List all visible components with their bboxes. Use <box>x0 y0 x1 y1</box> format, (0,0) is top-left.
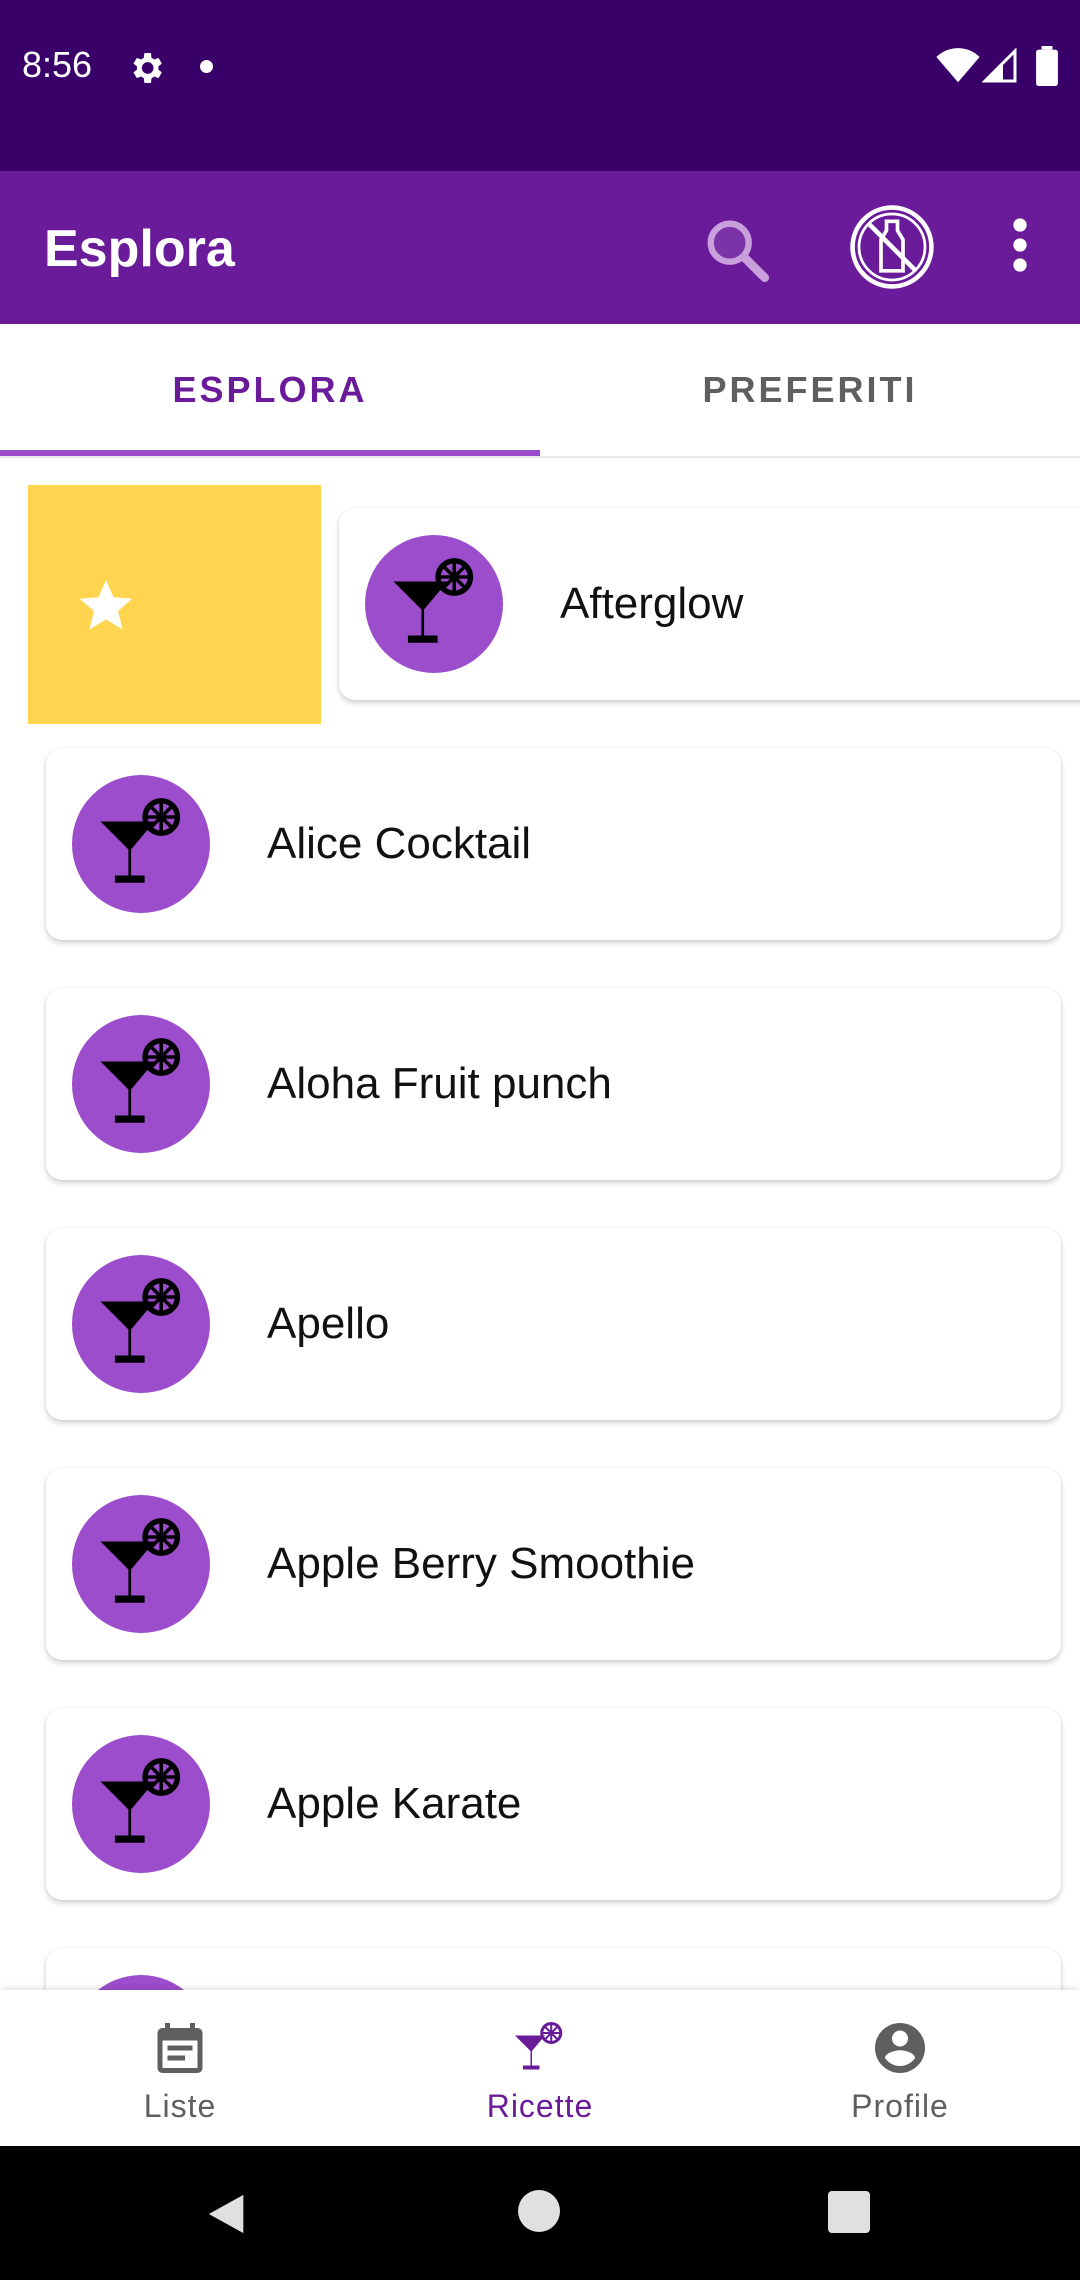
list-item[interactable]: Aloha Fruit punch <box>46 988 1061 1180</box>
list-item[interactable] <box>46 1948 1061 1990</box>
list-item[interactable]: Apello <box>46 1228 1061 1420</box>
list-item[interactable]: Alice Cocktail <box>46 748 1061 940</box>
cocktail-icon <box>72 1975 210 1990</box>
app-bar: Esplora <box>0 171 1080 324</box>
system-navigation-bar <box>0 2146 1080 2280</box>
cocktail-icon <box>72 1255 210 1393</box>
list-item-label: Apello <box>267 1299 390 1348</box>
no-alcohol-icon[interactable] <box>848 203 936 291</box>
signal-icon <box>982 48 1017 83</box>
back-icon[interactable] <box>205 2191 251 2237</box>
status-bar: 8:56 <box>0 0 1080 171</box>
battery-icon <box>1036 46 1058 86</box>
nav-label: Ricette <box>486 2088 594 2124</box>
status-time: 8:56 <box>22 44 93 85</box>
home-icon[interactable] <box>518 2190 560 2232</box>
dot-icon <box>200 60 213 73</box>
list-item[interactable]: Apple Karate <box>46 1708 1061 1900</box>
nav-liste[interactable]: Liste <box>0 1990 360 2146</box>
nav-ricette[interactable]: Ricette <box>360 1990 720 2146</box>
account-circle-icon <box>875 2023 925 2073</box>
swipe-favorite-background <box>28 485 321 724</box>
list-item-label: Afterglow <box>560 579 744 628</box>
cocktail-list[interactable]: Afterglow Alice Cocktail Aloha Fruit pun… <box>0 460 1080 1990</box>
gear-icon <box>133 53 162 83</box>
list-item-label: Apple Berry Smoothie <box>267 1539 695 1588</box>
tab-bar: ESPLORA PREFERITI <box>0 324 1080 458</box>
tab-indicator <box>0 450 540 456</box>
search-icon[interactable] <box>702 215 772 285</box>
list-item[interactable]: Afterglow <box>339 508 1080 700</box>
list-item[interactable]: Apple Berry Smoothie <box>46 1468 1061 1660</box>
more-vert-icon[interactable] <box>1000 215 1040 275</box>
star-icon <box>79 580 133 630</box>
cocktail-icon <box>72 775 210 913</box>
cocktail-icon <box>72 1495 210 1633</box>
nav-label: Liste <box>143 2088 217 2124</box>
bottom-navigation: Liste Ricette Profile <box>0 1990 1080 2146</box>
nav-label: Profile <box>851 2088 949 2124</box>
tab-esplora[interactable]: ESPLORA <box>0 324 540 456</box>
list-item-label: Alice Cocktail <box>267 819 532 868</box>
cocktail-icon <box>515 2022 563 2070</box>
list-item-label: Aloha Fruit punch <box>267 1059 612 1108</box>
cocktail-icon <box>72 1015 210 1153</box>
tab-preferiti[interactable]: PREFERITI <box>540 324 1080 456</box>
page-title: Esplora <box>44 220 235 278</box>
list-item-label: Apple Karate <box>267 1779 522 1828</box>
wifi-icon <box>936 48 980 83</box>
calendar-list-icon <box>157 2023 203 2073</box>
cocktail-icon <box>365 535 503 673</box>
cocktail-icon <box>72 1735 210 1873</box>
recents-icon[interactable] <box>828 2191 870 2233</box>
nav-profile[interactable]: Profile <box>720 1990 1080 2146</box>
